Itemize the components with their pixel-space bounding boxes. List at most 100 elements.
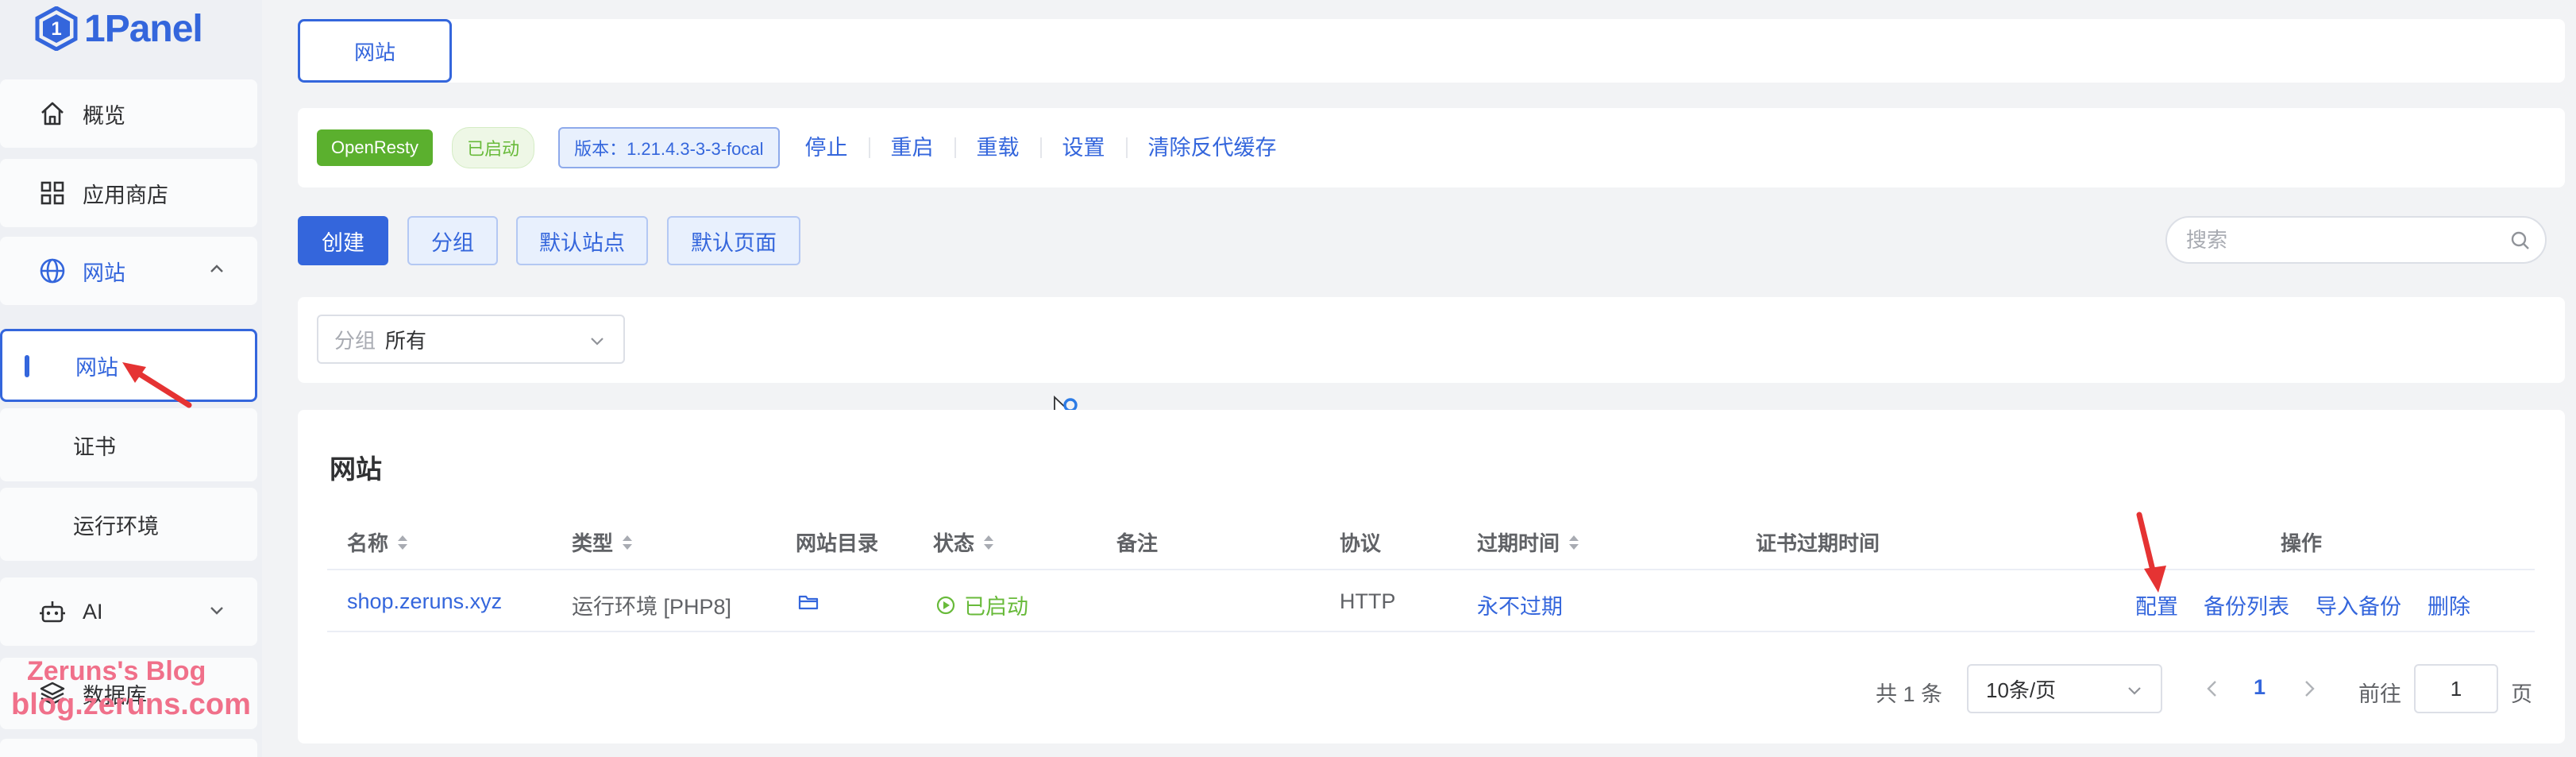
group-filter-select[interactable]: 分组 所有	[317, 315, 625, 364]
table-divider	[327, 631, 2535, 632]
site-expire[interactable]: 永不过期	[1477, 589, 1563, 620]
robot-icon	[37, 596, 68, 628]
import-backup-link[interactable]: 导入备份	[2316, 589, 2401, 620]
delete-link[interactable]: 删除	[2428, 589, 2470, 620]
sidebar-item-app-store[interactable]: 应用商店	[0, 159, 257, 227]
sidebar-item-label: 网站	[83, 261, 125, 285]
restart-link[interactable]: 重启	[870, 137, 956, 159]
prev-page-icon[interactable]	[2204, 678, 2220, 699]
column-header-name[interactable]: 名称	[347, 527, 409, 557]
sidebar-item-ai[interactable]: AI	[0, 577, 257, 646]
globe-icon	[37, 255, 68, 287]
tab-bar: 网站	[298, 19, 2565, 83]
logo-text: 1Panel	[84, 7, 203, 50]
sidebar-item-label: 应用商店	[83, 183, 168, 207]
search-icon[interactable]	[2510, 230, 2531, 251]
default-site-button[interactable]: 默认站点	[516, 216, 648, 265]
sidebar-item-certificate[interactable]: 证书	[0, 408, 257, 481]
page-size-value: 10条/页	[1986, 678, 2057, 702]
group-button[interactable]: 分组	[407, 216, 498, 265]
column-label: 备注	[1116, 531, 1159, 555]
play-circle-icon	[936, 596, 955, 614]
column-header-remark: 备注	[1116, 527, 1158, 557]
sidebar-item-runtime[interactable]: 运行环境	[0, 488, 257, 561]
watermark-line2: blog.zeruns.com	[11, 688, 251, 721]
sidebar-item-partial[interactable]	[0, 739, 257, 757]
column-header-type[interactable]: 类型	[572, 527, 634, 557]
group-filter-label: 分组	[334, 328, 376, 353]
server-actions: 停止 重启 重载 设置 清除反代缓存	[785, 137, 1298, 159]
sidebar-item-label: 网站	[75, 355, 118, 380]
column-header-site-dir: 网站目录	[796, 527, 878, 557]
chevron-down-icon	[2128, 687, 2141, 695]
site-type: 运行环境 [PHP8]	[572, 595, 732, 619]
website-table-card: 网站	[298, 410, 2565, 743]
openresty-status-bar: OpenResty 已启动 版本：1.21.4.3-3-3-focal 停止 重…	[298, 108, 2565, 187]
column-header-status[interactable]: 状态	[933, 527, 995, 557]
column-header-cert-expire: 证书过期时间	[1756, 527, 1880, 557]
create-button[interactable]: 创建	[298, 216, 388, 265]
version-tag: 版本：1.21.4.3-3-3-focal	[558, 127, 780, 168]
status-badge: 已启动	[452, 127, 535, 168]
stop-link[interactable]: 停止	[785, 137, 870, 159]
column-header-protocol: 协议	[1340, 527, 1381, 557]
search-box[interactable]	[2165, 216, 2547, 264]
site-status[interactable]: 已启动	[935, 589, 1028, 620]
chevron-up-icon	[210, 265, 223, 272]
column-label: 过期时间	[1477, 531, 1560, 555]
site-name-link[interactable]: shop.zeruns.xyz	[347, 589, 502, 614]
pagination-total: 共 1 条	[1876, 682, 1943, 706]
column-label: 协议	[1340, 531, 1382, 555]
column-label: 操作	[2281, 531, 2323, 555]
apps-grid-icon	[37, 177, 68, 209]
group-filter-value: 所有	[385, 328, 427, 353]
column-label: 名称	[347, 531, 389, 555]
goto-label: 前往	[2358, 682, 2401, 706]
column-label: 类型	[572, 531, 614, 555]
home-icon	[37, 98, 68, 129]
column-header-actions: 操作	[2281, 527, 2322, 557]
column-label: 状态	[933, 531, 975, 555]
sidebar-item-label: AI	[83, 599, 103, 624]
current-page[interactable]: 1	[2254, 675, 2266, 700]
folder-icon[interactable]	[798, 593, 819, 612]
settings-link[interactable]: 设置	[1042, 137, 1128, 159]
column-label: 证书过期时间	[1756, 531, 1880, 555]
chevron-down-icon	[210, 607, 223, 615]
sort-icon[interactable]	[396, 533, 409, 552]
app-logo[interactable]: 1 1Panel	[35, 5, 203, 52]
table-title: 网站	[330, 454, 382, 484]
page-size-select[interactable]: 10条/页	[1967, 664, 2162, 713]
tab-website[interactable]: 网站	[298, 19, 452, 83]
active-indicator	[25, 355, 29, 377]
filter-bar: 分组 所有	[298, 297, 2565, 383]
column-header-expire[interactable]: 过期时间	[1477, 527, 1580, 557]
table-divider	[327, 569, 2535, 570]
sidebar-item-overview[interactable]: 概览	[0, 79, 257, 148]
page-suffix: 页	[2511, 682, 2532, 706]
clear-proxy-cache-link[interactable]: 清除反代缓存	[1128, 137, 1298, 159]
site-protocol: HTTP	[1340, 589, 1396, 613]
sidebar-item-label: 运行环境	[73, 514, 159, 539]
sidebar-item-label: 证书	[73, 435, 116, 459]
sort-icon[interactable]	[1568, 533, 1580, 552]
sidebar-item-label: 概览	[83, 103, 125, 128]
server-tag: OpenResty	[317, 129, 434, 166]
default-page-button[interactable]: 默认页面	[667, 216, 800, 265]
backup-list-link[interactable]: 备份列表	[2204, 589, 2289, 620]
site-status-label: 已启动	[964, 595, 1028, 619]
sort-icon[interactable]	[982, 533, 995, 552]
sort-icon[interactable]	[621, 533, 634, 552]
reload-link[interactable]: 重载	[956, 137, 1042, 159]
annotation-arrow-configure	[2136, 512, 2166, 593]
svg-text:1: 1	[51, 18, 61, 40]
watermark-line1: Zeruns's Blog	[27, 656, 206, 686]
goto-page-input[interactable]	[2414, 664, 2498, 713]
column-label: 网站目录	[796, 531, 879, 555]
annotation-arrow-sidebar	[122, 362, 192, 408]
next-page-icon[interactable]	[2301, 678, 2317, 699]
search-input[interactable]	[2186, 227, 2504, 253]
logo-icon: 1	[35, 6, 78, 51]
chevron-down-icon	[591, 338, 604, 346]
sidebar-item-website-group[interactable]: 网站	[0, 237, 257, 305]
